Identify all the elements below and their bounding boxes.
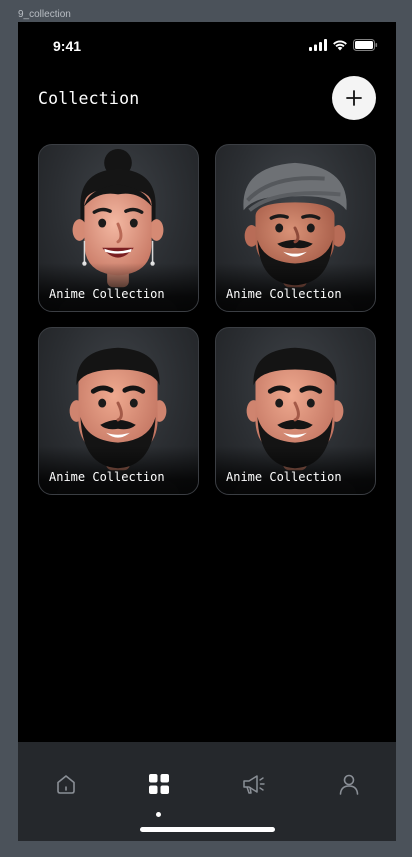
- collection-card[interactable]: Anime Collection: [215, 327, 376, 495]
- bottom-nav: [18, 742, 396, 841]
- collection-card-label: Anime Collection: [226, 470, 342, 484]
- home-icon: [57, 775, 75, 794]
- collection-card[interactable]: Anime Collection: [38, 327, 199, 495]
- status-time: 9:41: [53, 38, 82, 54]
- page-title: Collection: [38, 89, 140, 108]
- collection-card[interactable]: Anime Collection: [38, 144, 199, 312]
- nav-collection[interactable]: [139, 764, 179, 804]
- phone-screen: 9:41 Collection Anime Collection Anime C…: [18, 22, 396, 841]
- battery-icon: [353, 39, 378, 51]
- collection-card-label: Anime Collection: [49, 287, 165, 301]
- nav-home[interactable]: [46, 764, 86, 804]
- megaphone-icon: [243, 775, 265, 794]
- frame-label: 9_collection: [18, 9, 71, 20]
- collection-card-label: Anime Collection: [49, 470, 165, 484]
- add-collection-button[interactable]: [332, 76, 376, 120]
- nav-profile[interactable]: [329, 764, 369, 804]
- user-icon: [339, 774, 359, 795]
- signal-icon: [309, 39, 327, 51]
- wifi-icon: [333, 40, 347, 51]
- status-bar: 9:41: [18, 22, 396, 70]
- collection-card[interactable]: Anime Collection: [215, 144, 376, 312]
- grid-icon: [149, 774, 169, 794]
- home-indicator: [140, 827, 275, 832]
- status-icons: [309, 39, 378, 51]
- collection-card-label: Anime Collection: [226, 287, 342, 301]
- nav-announcements[interactable]: [234, 764, 274, 804]
- plus-icon: [346, 90, 362, 106]
- active-nav-indicator: [156, 812, 161, 817]
